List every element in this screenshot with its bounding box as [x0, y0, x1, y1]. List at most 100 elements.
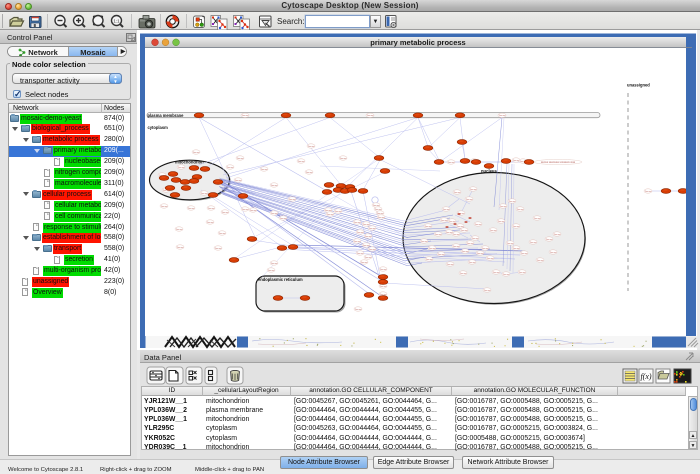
- svg-text:Yxx-xx: Yxx-xx: [550, 252, 557, 254]
- svg-text:Yxx-xx: Yxx-xx: [457, 226, 464, 228]
- svg-text:Yxx-xx: Yxx-xx: [227, 167, 234, 169]
- svg-text:Yxx-xx: Yxx-xx: [201, 193, 208, 195]
- svg-text:Yxx-xx: Yxx-xx: [365, 257, 372, 259]
- svg-text:Yxx-xx: Yxx-xx: [271, 213, 278, 215]
- svg-text:Yxx-xx: Yxx-xx: [178, 167, 185, 169]
- svg-text:Yxx-xx: Yxx-xx: [308, 146, 315, 148]
- svg-text:Yxx-xx: Yxx-xx: [357, 232, 364, 234]
- svg-text:Yxx-xx: Yxx-xx: [361, 262, 368, 264]
- svg-text:primary metabolic process: primary metabolic process: [370, 38, 465, 47]
- svg-text:Yxx-xx: Yxx-xx: [503, 274, 510, 276]
- svg-text:Yxx-xx: Yxx-xx: [357, 253, 364, 255]
- svg-text:cytoplasm: cytoplasm: [148, 125, 169, 130]
- svg-text:Yxx-xx: Yxx-xx: [461, 230, 468, 232]
- svg-text:Yxx-xx: Yxx-xx: [449, 221, 456, 223]
- svg-text:Yxx-xx: Yxx-xx: [369, 228, 376, 230]
- svg-text:Yxx-xx: Yxx-xx: [425, 226, 432, 228]
- svg-text:Yxx-xx: Yxx-xx: [462, 251, 469, 253]
- svg-text:Yxx-xx: Yxx-xx: [250, 210, 257, 212]
- svg-text:Yxx-xx: Yxx-xx: [493, 272, 500, 274]
- svg-text:Yxx-xx: Yxx-xx: [534, 218, 541, 220]
- svg-text:Yxx-xx: Yxx-xx: [242, 115, 249, 117]
- svg-text:Yxx-xx: Yxx-xx: [327, 214, 334, 216]
- svg-text:Yxx-xx: Yxx-xx: [222, 212, 229, 214]
- svg-text:Yxx-xx: Yxx-xx: [447, 264, 454, 266]
- svg-text:Yxx-xx: Yxx-xx: [469, 262, 476, 264]
- svg-text:Yxx-xx: Yxx-xx: [219, 233, 226, 235]
- svg-text:Yxx-xx: Yxx-xx: [365, 236, 372, 238]
- svg-text:mitochondrion: mitochondrion: [175, 160, 204, 165]
- svg-text:Yxx-xx: Yxx-xx: [484, 290, 491, 292]
- svg-text:Yxx-xx: Yxx-xx: [499, 115, 506, 117]
- svg-text:Yxx-xx: Yxx-xx: [367, 115, 374, 117]
- svg-text:endoplasmic reticulum: endoplasmic reticulum: [258, 277, 303, 282]
- svg-text:Yxx-xx: Yxx-xx: [498, 221, 505, 223]
- svg-text:Yxx-xx: Yxx-xx: [271, 185, 278, 187]
- svg-text:Yxx-xx: Yxx-xx: [235, 180, 242, 182]
- svg-text:Yxx-xx: Yxx-xx: [193, 152, 200, 154]
- svg-text:plasma membrane: plasma membrane: [148, 113, 185, 118]
- svg-text:Yxx-xx: Yxx-xx: [354, 222, 361, 224]
- svg-text:nucleus: nucleus: [481, 169, 497, 174]
- svg-text:xxxxxx xxxxxxxxx xxxxxxxx xxxx: xxxxxx xxxxxxxxx xxxxxxxx xxxx: [541, 161, 576, 164]
- svg-text:Yxx-xx: Yxx-xx: [554, 234, 561, 236]
- svg-text:Yxx-xx: Yxx-xx: [177, 247, 184, 249]
- svg-text:Yxx-xx: Yxx-xx: [306, 172, 313, 174]
- svg-text:Yxx-xx: Yxx-xx: [380, 286, 387, 288]
- svg-text:Yxx-xx: Yxx-xx: [280, 218, 287, 220]
- svg-text:Yxx-xx: Yxx-xx: [453, 234, 460, 236]
- svg-text:Yxx-xx: Yxx-xx: [454, 192, 461, 194]
- svg-text:Yxx-xx: Yxx-xx: [354, 241, 361, 243]
- svg-text:Yxx-xx: Yxx-xx: [435, 234, 442, 236]
- svg-text:Yxx-xx: Yxx-xx: [519, 272, 526, 274]
- svg-text:1:1: 1:1: [113, 19, 120, 24]
- svg-text:Yxx-xx: Yxx-xx: [298, 161, 305, 163]
- svg-text:Yxx-xx: Yxx-xx: [509, 201, 516, 203]
- svg-text:Yxx-xx: Yxx-xx: [441, 220, 448, 222]
- svg-text:Yxx-xx: Yxx-xx: [271, 263, 278, 265]
- svg-text:Yxx-xx: Yxx-xx: [335, 211, 342, 213]
- svg-text:Yxx-xx: Yxx-xx: [426, 259, 433, 261]
- svg-text:Yxx-xx: Yxx-xx: [475, 224, 482, 226]
- svg-text:Yxx-xx: Yxx-xx: [448, 162, 455, 164]
- svg-text:Yxx-xx: Yxx-xx: [443, 209, 450, 211]
- svg-text:Yxx-xx: Yxx-xx: [380, 269, 387, 271]
- svg-text:Yxx-xx: Yxx-xx: [188, 208, 195, 210]
- svg-text:Yxx-xx: Yxx-xx: [268, 270, 275, 272]
- svg-text:Yxx-xx: Yxx-xx: [513, 248, 520, 250]
- svg-text:Yxx-xx: Yxx-xx: [375, 209, 382, 211]
- svg-text:Yxx-xx: Yxx-xx: [466, 199, 473, 201]
- svg-text:Yxx-xx: Yxx-xx: [378, 217, 385, 219]
- svg-text:Yxx-xx: Yxx-xx: [261, 169, 268, 171]
- svg-text:Yxx-xx: Yxx-xx: [237, 158, 244, 160]
- svg-text:Yxx-xx: Yxx-xx: [645, 191, 652, 193]
- svg-text:Yxx-xx: Yxx-xx: [460, 273, 467, 275]
- svg-text:Yxx-xx: Yxx-xx: [369, 249, 376, 251]
- svg-text:Yxx-xx: Yxx-xx: [363, 224, 370, 226]
- svg-text:Yxx-xx: Yxx-xx: [325, 210, 332, 212]
- svg-text:Yxx-xx: Yxx-xx: [161, 206, 168, 208]
- svg-text:Yxx-xx: Yxx-xx: [490, 230, 497, 232]
- svg-text:Yxx-xx: Yxx-xx: [467, 243, 474, 245]
- svg-text:Yxx-xx: Yxx-xx: [373, 205, 380, 207]
- svg-text:unassigned: unassigned: [627, 83, 650, 88]
- svg-text:Yxx-xx: Yxx-xx: [340, 158, 347, 160]
- svg-text:f(x): f(x): [640, 372, 651, 381]
- svg-text:Yxx-xx: Yxx-xx: [438, 254, 445, 256]
- svg-text:Yxx-xx: Yxx-xx: [207, 222, 214, 224]
- svg-text:Yxx-xx: Yxx-xx: [546, 239, 553, 241]
- svg-text:Yxx-xx: Yxx-xx: [513, 226, 520, 228]
- svg-text:Yxx-xx: Yxx-xx: [470, 189, 477, 191]
- svg-text:Yxx-xx: Yxx-xx: [537, 260, 544, 262]
- svg-text:Yxx-xx: Yxx-xx: [176, 229, 183, 231]
- svg-text:Yxx-xx: Yxx-xx: [482, 248, 489, 250]
- svg-text:Yxx-xx: Yxx-xx: [472, 238, 479, 240]
- svg-text:Yxx-xx: Yxx-xx: [215, 248, 222, 250]
- svg-text:Yxx-xx: Yxx-xx: [500, 206, 507, 208]
- svg-text:Yxx-xx: Yxx-xx: [363, 245, 370, 247]
- svg-text:Yxx-xx: Yxx-xx: [507, 243, 514, 245]
- svg-text:Yxx-xx: Yxx-xx: [421, 241, 428, 243]
- svg-text:Yxx-xx: Yxx-xx: [208, 208, 215, 210]
- svg-text:Yxx-xx: Yxx-xx: [289, 199, 296, 201]
- svg-text:Yxx-xx: Yxx-xx: [242, 209, 249, 211]
